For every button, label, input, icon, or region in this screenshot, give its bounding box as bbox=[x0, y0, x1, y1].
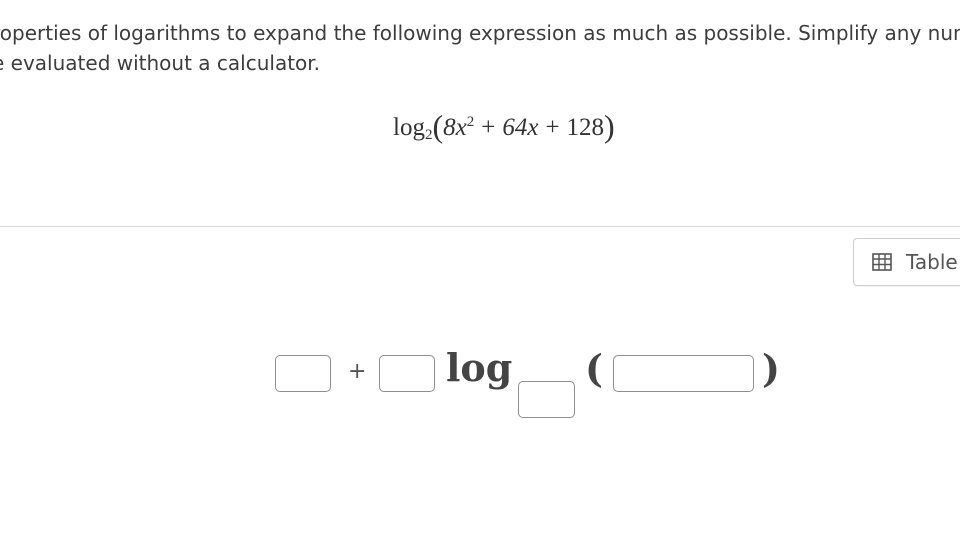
expression-term-2: 64x bbox=[502, 114, 539, 141]
answer-log-label: log bbox=[446, 345, 513, 390]
expression-close-paren: ) bbox=[604, 108, 615, 144]
given-expression: log2(8x2 +64x +128) bbox=[393, 108, 615, 145]
expression-term-1: 8x bbox=[443, 114, 467, 141]
expression-plus-2: + bbox=[545, 114, 560, 141]
expression-term-3: 128 bbox=[566, 114, 605, 141]
log-base-input-box[interactable] bbox=[518, 381, 575, 418]
section-divider bbox=[0, 226, 960, 227]
expression-plus-1: + bbox=[481, 114, 496, 141]
instructions: roperties of logarithms to expand the fo… bbox=[0, 18, 960, 78]
coefficient-input-box[interactable] bbox=[275, 355, 331, 392]
expression-log: log bbox=[393, 114, 425, 141]
instructions-line-1: roperties of logarithms to expand the fo… bbox=[0, 21, 960, 45]
log-coefficient-input-box[interactable] bbox=[379, 355, 435, 392]
answer-open-paren: ( bbox=[585, 346, 603, 391]
instructions-line-2: e evaluated without a calculator. bbox=[0, 51, 321, 75]
table-grid-icon bbox=[872, 253, 892, 271]
expression-open-paren: ( bbox=[432, 108, 444, 144]
table-button-label: Table bbox=[906, 250, 958, 274]
expression-exponent: 2 bbox=[466, 114, 475, 130]
log-argument-input-box[interactable] bbox=[613, 355, 754, 392]
table-button[interactable]: Table bbox=[853, 238, 960, 286]
answer-plus-sign: + bbox=[348, 359, 367, 384]
answer-close-paren: ) bbox=[762, 346, 780, 391]
